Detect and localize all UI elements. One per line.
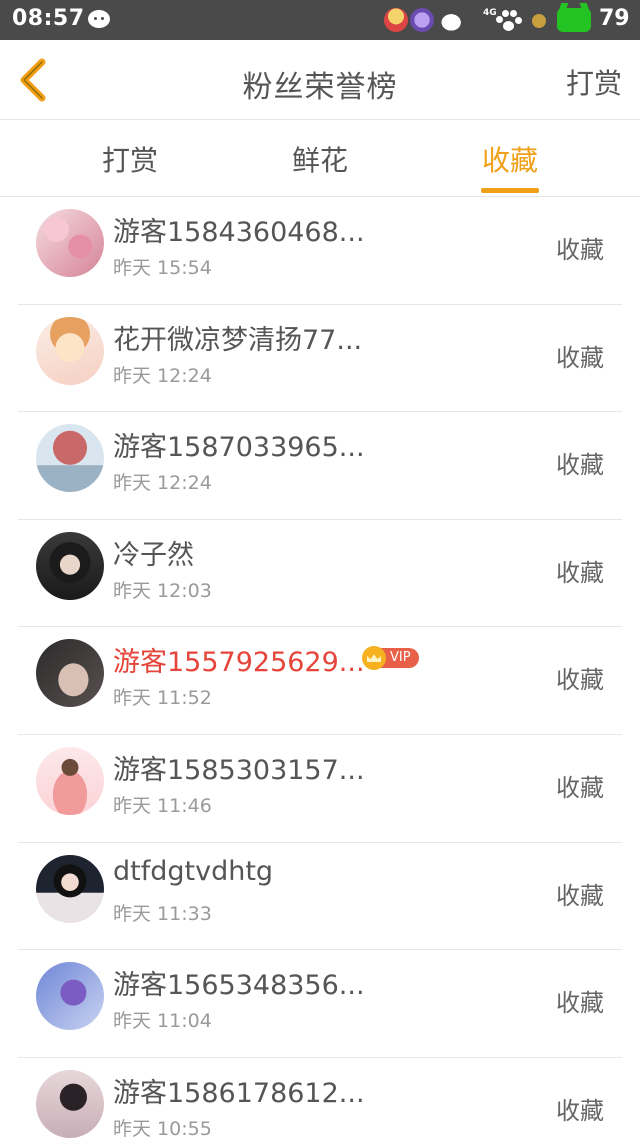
vip-badge: VIP [362, 646, 419, 671]
user-time: 昨天 12:24 [113, 364, 212, 387]
user-name: 冷子然 [113, 539, 194, 571]
mouse-app-icon [440, 8, 468, 32]
cartoon-app-icon [384, 8, 408, 32]
tab-active-indicator [481, 188, 539, 193]
avatar[interactable] [36, 316, 104, 385]
action-label: 收藏 [556, 343, 604, 372]
user-name: dtfdgtvdhtg [113, 855, 274, 887]
list-item[interactable]: 花开微凉梦清扬77... 昨天 12:24 收藏 [18, 305, 622, 413]
fan-list: 游客1584360468... 昨天 15:54 收藏 花开微凉梦清扬77...… [18, 197, 622, 1138]
page-title: 粉丝荣誉榜 [242, 70, 398, 105]
avatar[interactable] [36, 746, 104, 815]
tab-bar: 打赏 鲜花 收藏 [0, 121, 640, 197]
user-time: 昨天 10:55 [113, 1117, 212, 1138]
action-label: 收藏 [556, 666, 604, 695]
avatar[interactable] [36, 639, 104, 708]
user-name: 游客1565348356... [113, 970, 365, 1002]
user-time: 昨天 12:24 [113, 472, 212, 495]
battery-icon [557, 8, 591, 32]
user-name: 游客1585303157... [113, 754, 365, 786]
avatar[interactable] [36, 424, 104, 493]
status-bar: 08:57 4G 79 [0, 0, 640, 40]
tab-favorites[interactable]: 收藏 [482, 139, 538, 179]
network-type: 4G [483, 8, 497, 18]
action-label: 收藏 [556, 558, 604, 587]
user-time: 昨天 11:46 [113, 794, 212, 817]
list-item[interactable]: 游客1585303157... 昨天 11:46 收藏 [18, 735, 622, 843]
list-item[interactable]: 游客1584360468... 昨天 15:54 收藏 [18, 197, 622, 305]
list-item[interactable]: dtfdgtvdhtg 昨天 11:33 收藏 [18, 843, 622, 951]
action-label: 收藏 [556, 1096, 604, 1125]
action-label: 收藏 [556, 989, 604, 1018]
user-name: 游客1557925629... [113, 647, 365, 679]
reward-button[interactable]: 打赏 [566, 62, 622, 102]
avatar[interactable] [36, 209, 104, 277]
list-item[interactable]: 游客1565348356... 昨天 11:04 收藏 [18, 950, 622, 1058]
action-label: 收藏 [556, 236, 604, 264]
battery-level: 79 [599, 6, 630, 31]
list-item[interactable]: 游客1557925629... VIP 昨天 11:52 收藏 [18, 627, 622, 735]
user-name: 游客1587033965... [113, 432, 365, 464]
user-time: 昨天 12:03 [113, 579, 212, 602]
status-time: 08:57 [12, 6, 85, 31]
user-time: 昨天 15:54 [113, 257, 212, 279]
avatar[interactable] [36, 1069, 104, 1138]
cartoon-app-icon-2 [410, 8, 434, 32]
user-name: 游客1584360468... [113, 217, 365, 248]
action-label: 收藏 [556, 451, 604, 480]
list-item[interactable]: 游客1586178612... 昨天 10:55 收藏 [18, 1058, 622, 1138]
avatar[interactable] [36, 531, 104, 600]
small-app-icon [532, 14, 546, 28]
tab-reward[interactable]: 打赏 [102, 139, 158, 179]
user-time: 昨天 11:04 [113, 1010, 212, 1033]
tab-flowers[interactable]: 鲜花 [292, 139, 348, 179]
top-bar: 粉丝荣誉榜 打赏 [0, 40, 640, 120]
avatar[interactable] [36, 854, 104, 923]
action-label: 收藏 [556, 773, 604, 802]
user-name: 花开微凉梦清扬77... [113, 324, 363, 356]
list-item[interactable]: 冷子然 昨天 12:03 收藏 [18, 520, 622, 628]
paw-icon [496, 10, 522, 32]
avatar[interactable] [36, 962, 104, 1031]
back-button[interactable] [14, 56, 54, 104]
wechat-icon [88, 10, 110, 28]
chevron-left-icon [20, 58, 46, 102]
user-time: 昨天 11:52 [113, 687, 212, 710]
user-name: 游客1586178612... [113, 1077, 365, 1109]
user-time: 昨天 11:33 [113, 902, 212, 925]
list-item[interactable]: 游客1587033965... 昨天 12:24 收藏 [18, 412, 622, 520]
action-label: 收藏 [556, 881, 604, 910]
